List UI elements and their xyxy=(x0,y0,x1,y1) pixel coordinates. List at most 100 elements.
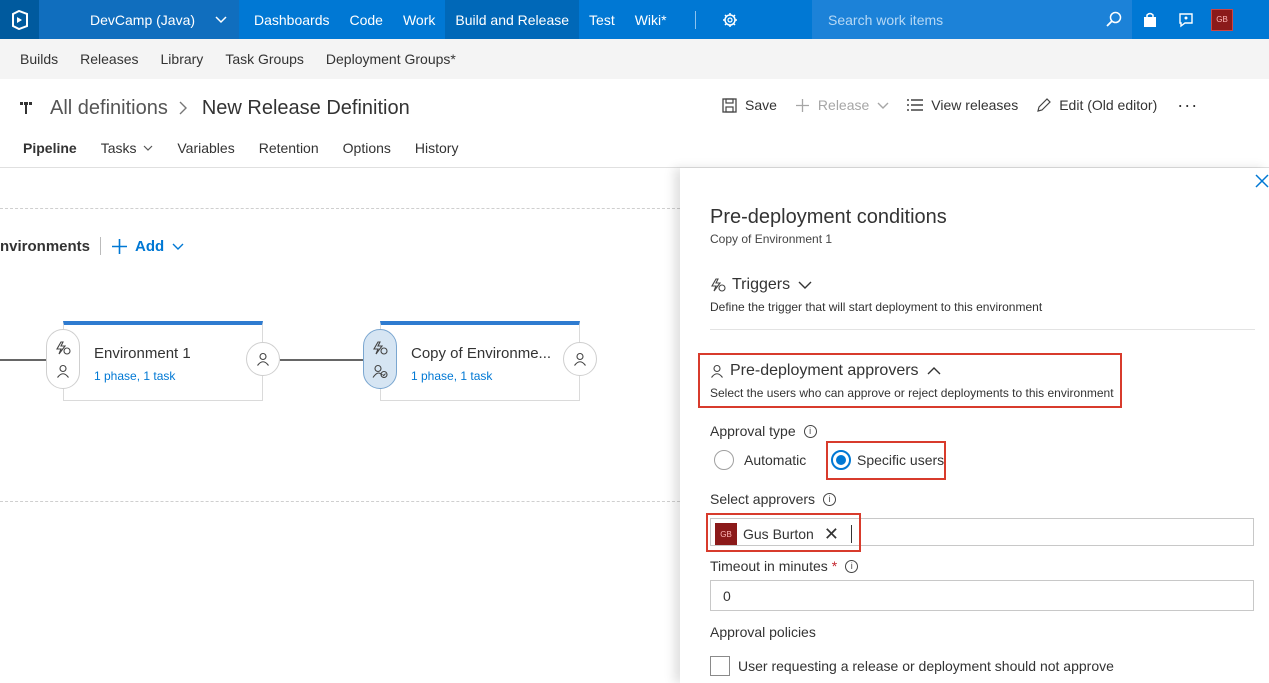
info-icon[interactable]: i xyxy=(823,492,837,506)
more-actions-button[interactable]: ··· xyxy=(1177,95,1198,116)
chevron-down-icon xyxy=(877,102,889,109)
hub-library[interactable]: Library xyxy=(150,51,215,67)
environment-name: Environment 1 xyxy=(94,345,191,362)
triggers-section-toggle[interactable]: Triggers xyxy=(710,276,818,294)
tab-history[interactable]: History xyxy=(415,132,459,168)
tab-retention[interactable]: Retention xyxy=(259,132,319,168)
environment-name: Copy of Environme... xyxy=(411,345,552,362)
chevron-down-icon xyxy=(172,243,184,250)
edit-old-editor-button[interactable]: Edit (Old editor) xyxy=(1036,97,1157,113)
search-input[interactable]: Search work items xyxy=(812,0,1132,39)
pencil-icon xyxy=(1037,97,1052,112)
connector-line xyxy=(0,359,48,361)
pre-deployment-conditions-button-selected[interactable] xyxy=(363,329,397,389)
approvers-section-toggle[interactable]: Pre-deployment approvers xyxy=(710,362,947,380)
nav-dashboards[interactable]: Dashboards xyxy=(244,0,340,39)
tab-variables[interactable]: Variables xyxy=(177,132,234,168)
chevron-right-icon xyxy=(179,101,187,115)
approver-icon xyxy=(372,364,388,378)
approval-type-label: Approval type i xyxy=(710,423,817,439)
user-icon xyxy=(711,364,723,378)
breadcrumb-all-definitions[interactable]: All definitions xyxy=(50,97,168,120)
lane-divider xyxy=(0,501,680,502)
plus-icon xyxy=(112,238,128,254)
nav-test[interactable]: Test xyxy=(579,0,625,39)
nav-work[interactable]: Work xyxy=(393,0,445,39)
connector-line xyxy=(280,359,364,361)
pre-deployment-conditions-button[interactable] xyxy=(46,329,80,389)
add-label: Add xyxy=(135,237,165,255)
chevron-up-icon xyxy=(927,367,941,375)
save-button[interactable]: Save xyxy=(722,97,777,113)
environment-summary[interactable]: 1 phase, 1 task xyxy=(94,369,175,383)
pre-deployment-conditions-panel: Pre-deployment conditions Copy of Enviro… xyxy=(680,168,1269,683)
feedback-icon[interactable] xyxy=(1168,0,1204,39)
nav-build-release[interactable]: Build and Release xyxy=(445,0,580,39)
triggers-description: Define the trigger that will start deplo… xyxy=(710,300,1043,314)
pipeline-canvas: nvironments Add Environment 1 1 phase, 1… xyxy=(0,168,680,683)
page-title[interactable]: New Release Definition xyxy=(202,97,410,120)
plus-icon xyxy=(795,98,809,112)
view-releases-button[interactable]: View releases xyxy=(907,97,1018,113)
chevron-down-icon xyxy=(215,16,227,24)
environments-header: nvironments Add xyxy=(0,237,184,255)
close-icon[interactable] xyxy=(1255,174,1269,188)
breadcrumb: All definitions New Release Definition xyxy=(18,92,410,124)
project-selector[interactable]: DevCamp (Java) xyxy=(39,0,239,39)
environments-label: nvironments xyxy=(0,237,91,255)
required-marker: * xyxy=(831,558,838,574)
user-icon xyxy=(574,352,586,366)
highlight-box xyxy=(706,513,861,552)
info-icon[interactable]: i xyxy=(803,424,817,438)
radio-automatic[interactable]: Automatic xyxy=(714,450,806,470)
hub-task-groups[interactable]: Task Groups xyxy=(214,51,315,67)
release-button[interactable]: Release xyxy=(795,97,889,113)
definition-tabs: Pipeline Tasks Variables Retention Optio… xyxy=(23,132,482,169)
chevron-down-icon xyxy=(798,281,812,289)
user-initials: GB xyxy=(1211,8,1233,31)
user-icon xyxy=(257,352,269,366)
add-environment-button[interactable]: Add xyxy=(111,238,184,255)
nav-wiki[interactable]: Wiki* xyxy=(625,0,677,39)
select-approvers-label: Select approvers i xyxy=(710,491,837,507)
user-avatar[interactable]: GB xyxy=(1204,0,1240,39)
marketplace-bag-icon[interactable] xyxy=(1132,0,1168,39)
environment-summary[interactable]: 1 phase, 1 task xyxy=(411,369,492,383)
policy-checkbox[interactable] xyxy=(710,656,730,676)
select-approvers-text: Select approvers xyxy=(710,491,816,507)
hub-bar: Builds Releases Library Task Groups Depl… xyxy=(0,39,1269,79)
info-icon[interactable]: i xyxy=(845,559,859,573)
radio-circle[interactable] xyxy=(714,450,734,470)
vsts-logo-icon[interactable] xyxy=(0,0,39,39)
search-placeholder: Search work items xyxy=(828,11,944,28)
approvers-description: Select the users who can approve or reje… xyxy=(710,386,1114,400)
radio-circle-selected[interactable] xyxy=(831,450,851,470)
post-deployment-conditions-button[interactable] xyxy=(246,342,280,376)
chevron-down-icon xyxy=(143,145,153,151)
environment-card[interactable]: Environment 1 1 phase, 1 task xyxy=(63,321,263,401)
timeout-text: Timeout in minutes xyxy=(710,558,828,574)
nav-code[interactable]: Code xyxy=(340,0,393,39)
release-definition-icon xyxy=(20,102,32,114)
gear-icon[interactable] xyxy=(710,0,750,39)
hub-releases[interactable]: Releases xyxy=(69,51,149,67)
hub-builds[interactable]: Builds xyxy=(9,51,69,67)
triggers-label: Triggers xyxy=(732,276,791,293)
lane-divider xyxy=(0,208,680,209)
approval-type-text: Approval type xyxy=(710,423,796,439)
panel-title: Pre-deployment conditions xyxy=(710,206,947,228)
tab-tasks-label: Tasks xyxy=(100,140,137,156)
radio-specific-users[interactable]: Specific users xyxy=(831,450,944,470)
approval-policies-label: Approval policies xyxy=(710,624,816,640)
search-icon[interactable] xyxy=(1106,11,1122,27)
environment-card[interactable]: Copy of Environme... 1 phase, 1 task xyxy=(380,321,580,401)
tab-pipeline[interactable]: Pipeline xyxy=(23,132,77,169)
radio-specific-users-label: Specific users xyxy=(857,452,945,468)
post-deployment-conditions-button[interactable] xyxy=(563,342,597,376)
hub-deployment-groups[interactable]: Deployment Groups* xyxy=(315,51,467,67)
tab-tasks[interactable]: Tasks xyxy=(101,132,154,168)
timeout-label: Timeout in minutes * i xyxy=(710,558,859,574)
timeout-input[interactable]: 0 xyxy=(710,580,1254,611)
tab-options[interactable]: Options xyxy=(343,132,391,168)
top-icons: GB xyxy=(1132,0,1240,39)
